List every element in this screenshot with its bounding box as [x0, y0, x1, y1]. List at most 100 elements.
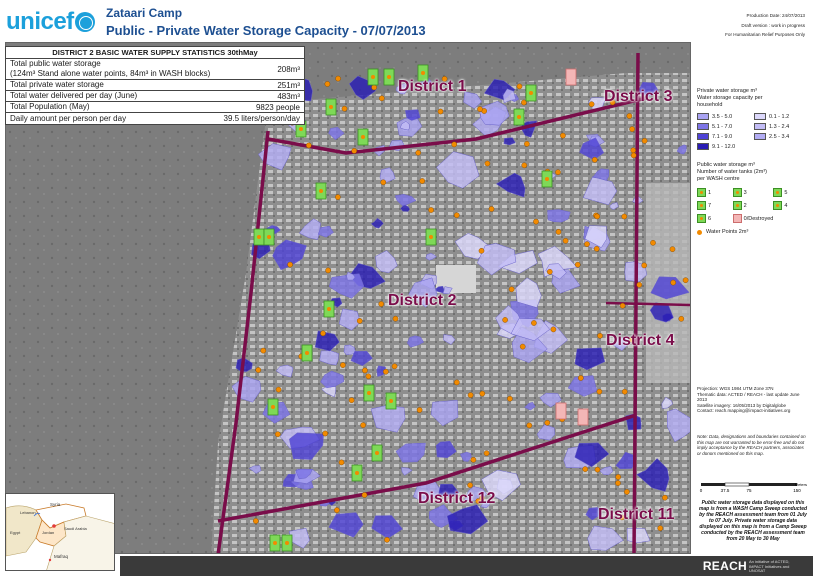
inset-place-label: Mafraq — [54, 554, 69, 559]
wash-tank-point — [327, 307, 331, 311]
water-point-marker — [351, 148, 358, 154]
wash-tank-marker — [555, 402, 567, 420]
water-point-marker — [356, 318, 363, 324]
private-title-line1: Private water storage m³ — [697, 88, 757, 94]
water-point-marker — [335, 194, 341, 200]
private-storage-legend-title: Private water storage m³ Water storage c… — [697, 88, 809, 109]
private-class-label: 1.3 - 2.4 — [769, 123, 790, 130]
private-class-item: 0.1 - 1.2 — [754, 113, 809, 120]
water-point-marker — [384, 536, 390, 543]
water-point-marker — [275, 386, 282, 393]
water-point-marker — [378, 301, 385, 307]
stats-row-label: Total Population (May) — [10, 102, 90, 111]
stats-row: Total public water storage (124m³ Stand a… — [6, 59, 304, 80]
water-point-marker — [641, 138, 648, 144]
unicef-logo-text: unicef — [6, 8, 74, 35]
private-class-label: 0.1 - 1.2 — [769, 113, 790, 120]
water-point-marker — [682, 277, 689, 283]
stats-row: Total Population (May) 9823 people — [6, 102, 304, 113]
water-point-marker — [324, 81, 331, 87]
wash-tank-point — [361, 135, 365, 139]
water-point-marker — [305, 142, 312, 149]
water-point-marker — [502, 317, 508, 323]
stats-row-label: Daily amount per person per day — [10, 113, 127, 123]
water-point-marker — [325, 267, 331, 274]
tank-class-label: 6 — [708, 215, 712, 222]
water-point-marker — [662, 494, 668, 501]
private-class-swatch — [754, 113, 766, 120]
water-point-marker — [521, 162, 528, 169]
camp-title: Zataari Camp — [106, 6, 183, 20]
water-point-marker — [670, 279, 677, 286]
contact-text: Contact: reach.mapping@impact-initiative… — [697, 408, 791, 413]
wash-tank-point — [257, 235, 261, 239]
disclaimer: Note: Data, designations and boundaries … — [697, 434, 806, 456]
water-point-marker — [597, 332, 603, 339]
water-point-marker — [365, 373, 372, 380]
private-class-swatch — [697, 123, 709, 130]
map-info: Projection: WGS 1984 UTM Zone 37N Themat… — [697, 386, 809, 414]
water-point-marker — [287, 261, 293, 268]
water-point-marker — [508, 286, 515, 293]
district-1-label: District 1 — [398, 78, 467, 95]
wash-tank-marker — [577, 408, 589, 426]
water-point-marker — [630, 152, 637, 159]
water-point-marker — [596, 388, 603, 395]
inset-map-canvas: Syria Lebanon Jordan Saudi Arabia Egypt … — [6, 494, 114, 570]
scale-tick: 37.5 — [721, 488, 730, 493]
water-point-marker — [260, 347, 267, 354]
water-point-marker — [555, 169, 561, 175]
water-point-marker — [547, 268, 553, 275]
water-points-label: Water Points 2m³ — [706, 229, 749, 235]
tank-icon — [773, 201, 783, 210]
map-legend: Private water storage m³ Water storage c… — [697, 88, 809, 235]
wash-tank-point — [285, 541, 289, 545]
water-point-icon — [697, 229, 702, 235]
private-class-swatch — [754, 123, 766, 130]
production-meta: Production Date: 24/07/2013 Draft versio… — [725, 11, 805, 40]
water-point-marker — [320, 330, 326, 337]
water-point-marker — [555, 229, 562, 235]
private-class-item: 3.5 - 5.0 — [697, 113, 752, 120]
water-point-marker — [419, 178, 426, 184]
wash-tank-point — [329, 105, 333, 109]
reach-tagline: An initiative of ACTED, IMPACT Initiativ… — [749, 559, 790, 574]
water-point-marker — [615, 474, 622, 480]
tank-class-label: 4 — [784, 202, 788, 209]
water-point-marker — [467, 392, 474, 398]
water-point-marker — [378, 95, 385, 102]
private-class-swatch — [697, 113, 709, 120]
scale-tick: 150 — [793, 488, 801, 493]
private-title-line2: Water storage capacity per — [697, 95, 763, 101]
water-point-marker — [361, 492, 368, 498]
tank-class-item: 0/Destroyed — [732, 214, 774, 223]
water-point-marker — [621, 388, 628, 395]
private-class-swatch — [697, 133, 709, 140]
water-point-marker — [382, 368, 389, 375]
tank-icon — [732, 214, 742, 223]
private-class-item: 1.3 - 2.4 — [754, 123, 809, 130]
tank-class-label: 0/Destroyed — [743, 215, 774, 222]
location-inset-map[interactable]: Syria Lebanon Jordan Saudi Arabia Egypt … — [5, 493, 115, 571]
wash-tank-point — [273, 541, 277, 545]
wash-tank-point — [355, 471, 359, 475]
inset-place-label: Saudi Arabia — [64, 526, 87, 531]
unicef-globe-icon — [74, 12, 95, 32]
water-point-marker — [453, 212, 460, 218]
tank-class-label: 1 — [708, 189, 712, 196]
wash-tank-point — [319, 189, 323, 193]
wash-tank-point — [267, 235, 271, 239]
water-point-marker — [678, 315, 685, 322]
water-point-marker — [593, 245, 600, 252]
district-3-label: District 3 — [604, 88, 673, 105]
wash-tank-point — [545, 177, 549, 181]
water-point-marker — [488, 206, 495, 212]
stats-row-label-line2: (124m³ Stand alone water points, 84m³ in… — [10, 69, 211, 78]
stats-row-value: 208m³ — [277, 64, 300, 74]
tank-class-item: 2 — [732, 201, 774, 210]
water-point-marker — [594, 213, 601, 220]
water-point-marker — [669, 246, 676, 252]
tank-class-label: 3 — [743, 189, 747, 196]
inset-place-label: Syria — [50, 502, 61, 507]
private-class-item: 9.1 - 12.0 — [697, 143, 752, 150]
